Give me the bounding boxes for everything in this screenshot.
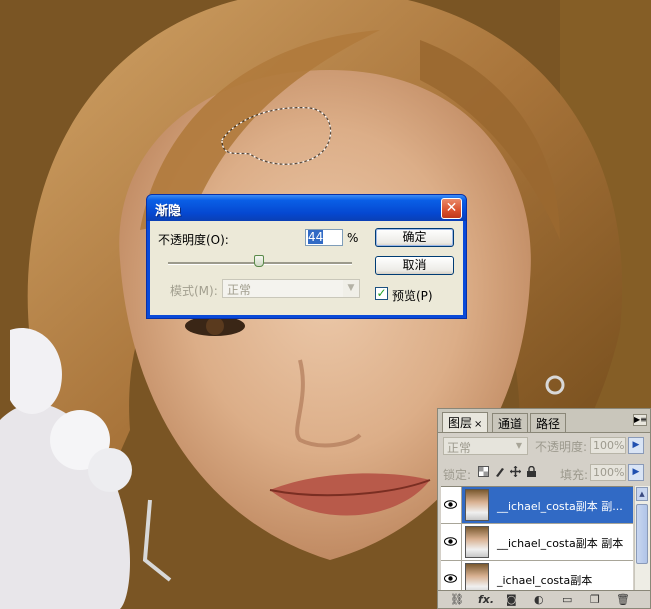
layer-row[interactable]: _ichael_costa副本 (441, 561, 633, 593)
ok-button[interactable]: 确定 (375, 228, 454, 247)
dialog-title: 渐隐 (155, 204, 182, 219)
scroll-thumb[interactable] (636, 504, 648, 564)
panel-menu-icon[interactable]: ▶≡ (633, 414, 647, 426)
opacity-value: 44 (308, 230, 324, 244)
layers-list: __ichael_costa副本 副... __ichael_costa副本 副… (441, 486, 633, 593)
cancel-button[interactable]: 取消 (375, 256, 454, 275)
layer-name: _ichael_costa副本 (497, 574, 593, 587)
mode-label: 模式(M): (170, 284, 218, 298)
layer-row[interactable]: __ichael_costa副本 副本 (441, 524, 633, 561)
blend-mode-select[interactable]: 正常 ▼ (443, 437, 528, 455)
blend-mode-value: 正常 (447, 441, 472, 455)
scroll-up-icon[interactable]: ▲ (636, 487, 648, 501)
layer-thumbnail (465, 526, 489, 558)
chevron-down-icon: ▼ (343, 280, 359, 297)
visibility-toggle[interactable] (441, 487, 462, 523)
mode-select-value: 正常 (227, 283, 252, 297)
panel-tabbar: 图层 × 通道 路径 ▶≡ (438, 409, 650, 433)
lock-pixels-brush-icon[interactable] (494, 466, 505, 478)
tab-close-icon[interactable]: × (474, 419, 482, 430)
adjustment-icon[interactable]: ◐ (534, 593, 544, 606)
trash-icon[interactable]: 🗑 (616, 593, 630, 606)
preview-label[interactable]: 预览(P) (392, 287, 433, 304)
tab-label: 通道 (498, 417, 523, 431)
opacity-input[interactable]: 44 (305, 229, 343, 246)
fade-dialog: 渐隐 ✕ 不透明度(O): 44 % 模式(M): 正常 ▼ 确定 取消 ✓ 预… (146, 194, 467, 319)
fill-flyout-arrow-icon[interactable]: ▶ (628, 464, 644, 481)
tab-label: 路径 (536, 417, 561, 431)
lock-transparency-icon[interactable] (478, 466, 489, 478)
close-icon: ✕ (445, 200, 458, 216)
opacity-flyout-arrow-icon[interactable]: ▶ (628, 437, 644, 454)
tab-label: 图层 (448, 416, 473, 430)
percent-label: % (347, 231, 359, 245)
tab-layers[interactable]: 图层 × (442, 412, 489, 432)
layer-name: __ichael_costa副本 副本 (497, 537, 624, 550)
layer-opacity-input[interactable]: 100% (590, 437, 626, 454)
layer-name: __ichael_costa副本 副... (497, 500, 623, 513)
eye-icon (444, 500, 457, 509)
layers-scrollbar[interactable]: ▲ (634, 486, 650, 592)
mask-icon[interactable]: ◙ (506, 593, 517, 606)
panel-footer: ⛓ fx. ◙ ◐ ▭ ❐ 🗑 (438, 590, 650, 608)
fill-label: 填充: (560, 468, 589, 482)
group-folder-icon[interactable]: ▭ (562, 593, 572, 606)
opacity-slider-thumb[interactable] (254, 255, 264, 267)
dialog-body: 不透明度(O): 44 % 模式(M): 正常 ▼ 确定 取消 ✓ 预览(P) (150, 221, 463, 315)
layer-row[interactable]: __ichael_costa副本 副... (441, 487, 633, 524)
visibility-toggle[interactable] (441, 561, 462, 593)
eye-icon (444, 537, 457, 546)
layer-thumbnail (465, 563, 489, 593)
fill-input[interactable]: 100% (590, 464, 626, 481)
checkmark-icon: ✓ (376, 286, 387, 300)
tab-channels[interactable]: 通道 (492, 413, 529, 432)
mode-select[interactable]: 正常 ▼ (222, 279, 360, 298)
lock-label: 锁定: (443, 468, 472, 482)
lock-all-icon[interactable] (526, 466, 537, 478)
layers-panel: 图层 × 通道 路径 ▶≡ 正常 ▼ 不透明度: 100% ▶ 锁定: 填充: 1… (437, 408, 651, 609)
new-layer-icon[interactable]: ❐ (590, 593, 600, 606)
close-button[interactable]: ✕ (441, 198, 462, 219)
tab-paths[interactable]: 路径 (530, 413, 567, 432)
fx-icon[interactable]: fx. (478, 593, 494, 606)
link-icon[interactable]: ⛓ (450, 593, 464, 606)
layer-opacity-label: 不透明度: (535, 440, 588, 454)
visibility-toggle[interactable] (441, 524, 462, 560)
layer-thumbnail (465, 489, 489, 521)
eye-icon (444, 574, 457, 583)
chevron-down-icon: ▼ (515, 441, 523, 450)
dialog-titlebar[interactable]: 渐隐 ✕ (147, 195, 466, 221)
preview-checkbox[interactable]: ✓ (375, 287, 388, 300)
opacity-label: 不透明度(O): (158, 233, 229, 247)
lock-position-move-icon[interactable] (510, 466, 521, 478)
